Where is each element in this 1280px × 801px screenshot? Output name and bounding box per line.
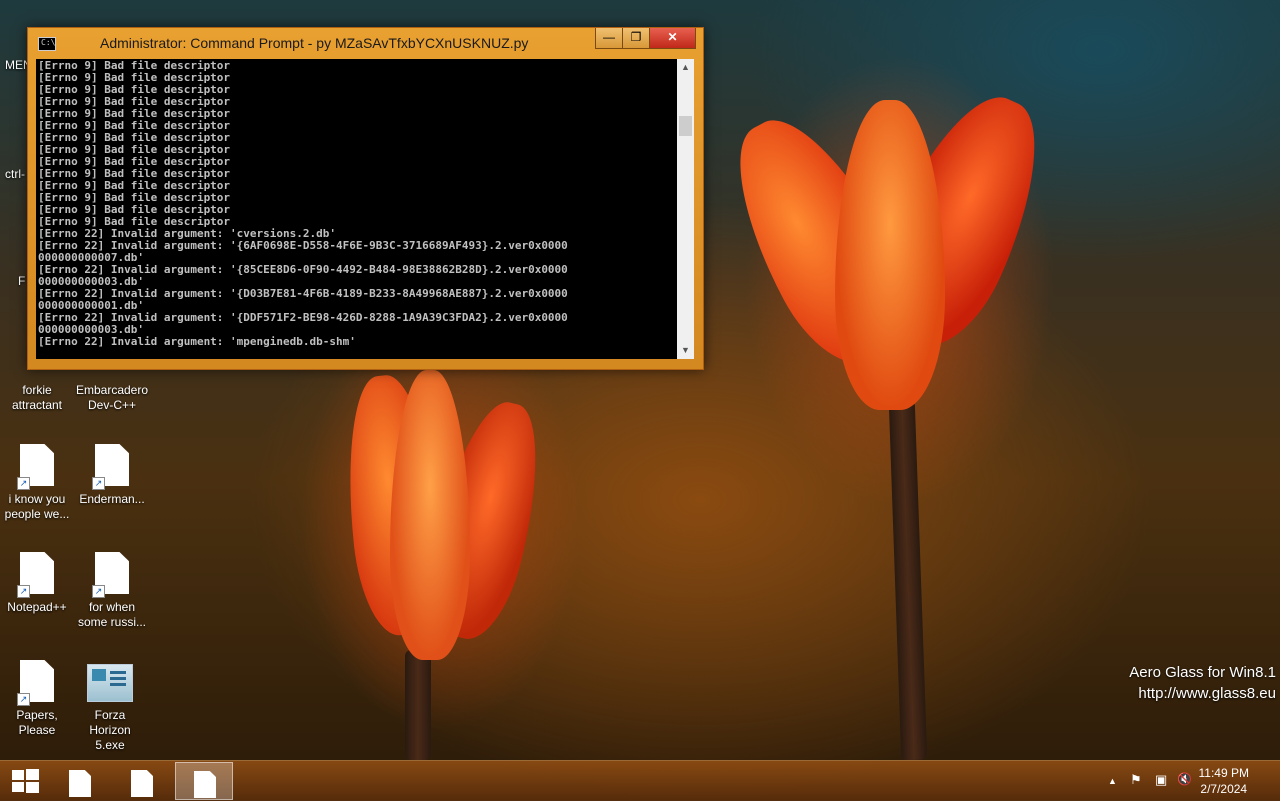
network-icon[interactable]: ▣ — [1155, 772, 1167, 788]
scroll-up-button[interactable]: ▲ — [677, 59, 694, 76]
clock-date: 2/7/2024 — [1200, 782, 1248, 796]
vertical-scrollbar[interactable]: ▲ ▼ — [677, 59, 694, 359]
application-icon — [87, 664, 133, 702]
desktop-icon-notepad-plus-plus[interactable]: ↗ Notepad++ — [0, 552, 74, 615]
minimize-button[interactable]: — — [595, 28, 623, 49]
desktop-icon-for-when-some-russi[interactable]: ↗ for when some russi... — [75, 552, 149, 630]
title-bar[interactable]: C:\ Administrator: Command Prompt - py M… — [28, 28, 703, 58]
aero-glass-watermark: Aero Glass for Win8.1 http://www.glass8.… — [1129, 662, 1276, 704]
clock[interactable]: 11:49 PM 2/7/2024 — [1199, 765, 1249, 797]
desktop-icon-label: Forza Horizon 5.exe — [89, 708, 131, 752]
desktop-icon-label: i know you people we... — [4, 492, 70, 521]
document-icon — [69, 770, 91, 797]
document-icon — [194, 771, 216, 798]
taskbar-item-command-prompt[interactable] — [175, 762, 233, 800]
cmd-icon[interactable]: C:\ — [38, 37, 56, 51]
shortcut-arrow-icon: ↗ — [17, 693, 30, 706]
desktop-icon-label: Embarcadero Dev-C++ — [75, 383, 149, 412]
watermark-line-1: Aero Glass for Win8.1 — [1129, 664, 1276, 681]
desktop-icon-papers-please[interactable]: ↗ Papers, Please — [0, 660, 74, 738]
window-title: Administrator: Command Prompt - py MZaSA… — [100, 35, 529, 51]
document-icon: ↗ — [92, 552, 132, 598]
document-icon: ↗ — [92, 444, 132, 490]
desktop-icon-label: Enderman... — [79, 492, 145, 506]
flower-petal — [835, 100, 945, 410]
desktop-icon-enderman[interactable]: ↗ Enderman... — [75, 444, 149, 507]
action-center-flag-icon[interactable]: ⚑ — [1130, 772, 1142, 788]
desktop: { "desktop": { "partial_labels": { "menu… — [0, 0, 1280, 801]
flower-petal — [390, 370, 470, 660]
flower-stem — [888, 399, 928, 761]
volume-muted-icon[interactable]: 🔇 — [1177, 772, 1192, 786]
partial-label-f: F — [18, 274, 26, 288]
shortcut-arrow-icon: ↗ — [17, 477, 30, 490]
desktop-icon-label: Notepad++ — [7, 600, 67, 614]
shortcut-arrow-icon: ↗ — [92, 477, 105, 490]
start-button[interactable] — [10, 769, 40, 793]
windows-logo-icon — [12, 770, 24, 780]
desktop-icon-embarcadero-dev-cpp[interactable]: Embarcadero Dev-C++ — [75, 383, 149, 413]
maximize-button[interactable]: ❐ — [622, 28, 650, 49]
partial-label-ctrl: ctrl- — [5, 167, 25, 181]
taskbar-item-file[interactable] — [51, 762, 109, 800]
taskbar — [0, 760, 1280, 801]
show-hidden-icons-button[interactable]: ▲ — [1108, 776, 1117, 786]
document-icon: ↗ — [17, 444, 57, 490]
clock-time: 11:49 PM — [1198, 766, 1249, 780]
shortcut-arrow-icon: ↗ — [17, 585, 30, 598]
watermark-line-2: http://www.glass8.eu — [1138, 685, 1276, 702]
scroll-thumb[interactable] — [679, 116, 692, 136]
close-button[interactable]: ✕ — [649, 28, 696, 49]
desktop-icon-label: forkie attractant — [11, 383, 63, 412]
taskbar-item-file[interactable] — [113, 762, 171, 800]
flower-stem — [405, 650, 431, 760]
document-icon: ↗ — [17, 660, 57, 706]
desktop-icon-label: Papers, Please — [16, 708, 58, 737]
desktop-icon-forza-horizon-5[interactable]: Forza Horizon 5.exe — [73, 660, 147, 753]
document-icon — [131, 770, 153, 797]
scroll-down-button[interactable]: ▼ — [677, 342, 694, 359]
desktop-icon-forkie-attractant[interactable]: forkie attractant — [0, 383, 74, 413]
console-text: [Errno 9] Bad file descriptor [Errno 9] … — [38, 59, 568, 348]
command-prompt-window[interactable]: C:\ Administrator: Command Prompt - py M… — [27, 27, 704, 370]
shortcut-arrow-icon: ↗ — [92, 585, 105, 598]
desktop-icon-i-know-you[interactable]: ↗ i know you people we... — [0, 444, 74, 522]
desktop-icon-label: for when some russi... — [77, 600, 146, 629]
console-output[interactable]: [Errno 9] Bad file descriptor [Errno 9] … — [36, 59, 677, 359]
document-icon: ↗ — [17, 552, 57, 598]
